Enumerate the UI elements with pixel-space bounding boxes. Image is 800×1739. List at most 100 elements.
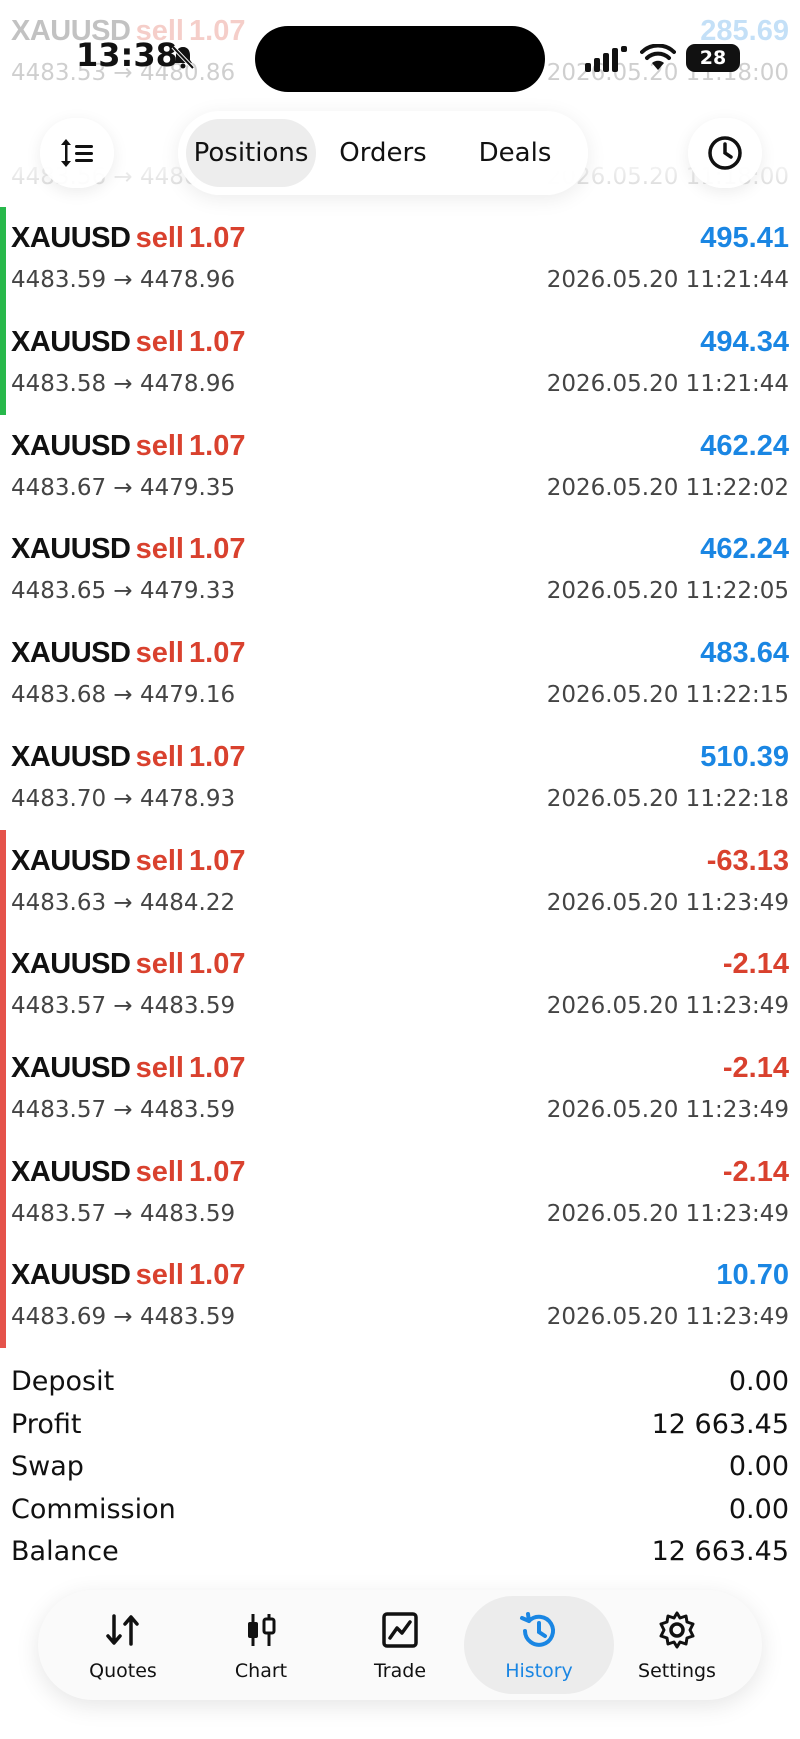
- deal-profit: 494.34: [700, 326, 789, 359]
- deal-prices: 4483.70 → 4478.93: [11, 785, 236, 812]
- deal-volume: 1.07: [189, 1051, 246, 1084]
- nav-quotes-label: Quotes: [89, 1660, 157, 1682]
- deal-prices: 4483.68 → 4479.16: [11, 682, 236, 709]
- summary-value: 0.00: [728, 1493, 789, 1525]
- summary-value: 12 663.45: [651, 1536, 789, 1567]
- nav-settings[interactable]: Settings: [602, 1596, 752, 1694]
- deal-time: 2026.05.20 11:23:49: [546, 889, 789, 916]
- status-time: 13:38: [76, 36, 178, 74]
- deal-volume: 1.07: [189, 533, 246, 566]
- deal-row[interactable]: XAUUSD sell 1.07 -2.14 4483.57 → 4483.59 20…: [0, 1036, 800, 1141]
- deal-profit: 10.70: [716, 1259, 789, 1292]
- deal-profit: -2.14: [722, 1155, 789, 1188]
- period-button[interactable]: [688, 118, 762, 188]
- nav-history-label: History: [505, 1660, 573, 1682]
- summary-label: Profit: [11, 1408, 82, 1440]
- deal-profit: 495.41: [700, 222, 789, 255]
- deal-side: sell: [135, 740, 184, 773]
- settings-icon: [659, 1611, 695, 1649]
- deal-prices: 4483.65 → 4479.33: [11, 578, 236, 605]
- deal-side: sell: [135, 1155, 184, 1188]
- deal-volume: 1.07: [189, 429, 246, 462]
- deal-side: sell: [135, 326, 184, 359]
- deal-symbol: XAUUSD: [11, 637, 131, 670]
- deal-side: sell: [135, 533, 184, 566]
- deal-row[interactable]: XAUUSD sell 1.07 -63.13 4483.63 → 4484.22 2…: [0, 829, 800, 934]
- deal-side: sell: [135, 637, 184, 670]
- deal-prices: 4483.69 → 4483.59: [11, 1304, 236, 1331]
- result-bar: [0, 311, 6, 415]
- deal-row[interactable]: XAUUSD sell 1.07 483.64 4483.68 → 4479.16 2…: [0, 622, 800, 726]
- deal-profit: -2.14: [722, 948, 789, 981]
- summary-row: Commission 0.00: [11, 1494, 789, 1537]
- history-icon: [520, 1612, 555, 1647]
- deal-side: sell: [135, 1259, 184, 1292]
- deal-prices: 4483.58 → 4478.96: [11, 371, 236, 398]
- trade-icon: [382, 1612, 418, 1648]
- nav-chart[interactable]: Chart: [186, 1596, 336, 1694]
- summary-label: Commission: [11, 1493, 176, 1525]
- deal-time: 2026.05.20 11:23:49: [546, 1304, 789, 1331]
- deal-prices: 4483.57 → 4483.59: [11, 1200, 236, 1227]
- nav-trade[interactable]: Trade: [325, 1596, 475, 1694]
- deal-row[interactable]: XAUUSD sell 1.07 494.34 4483.58 → 4478.96 2…: [0, 311, 800, 415]
- tab-positions[interactable]: Positions: [186, 119, 316, 187]
- deal-time: 2026.05.20 11:21:44: [546, 371, 789, 398]
- summary-row: Profit 12 663.45: [11, 1409, 789, 1452]
- deal-symbol: XAUUSD: [11, 1051, 131, 1084]
- summary-label: Deposit: [11, 1366, 115, 1397]
- tab-orders[interactable]: Orders: [318, 119, 448, 187]
- dynamic-island: [255, 26, 545, 92]
- deal-row[interactable]: XAUUSD sell 1.07 510.39 4483.70 → 4478.93 2…: [0, 726, 800, 830]
- nav-history[interactable]: History: [464, 1596, 614, 1694]
- deal-profit: -2.14: [722, 1051, 789, 1084]
- nav-quotes[interactable]: Quotes: [48, 1596, 198, 1694]
- deal-time: 2026.05.20 11:21:44: [546, 267, 789, 294]
- summary-value: 0.00: [728, 1451, 789, 1482]
- deal-side: sell: [135, 222, 184, 255]
- nav-chart-label: Chart: [234, 1660, 288, 1682]
- bottom-tab-bar: Quotes Chart Trade History Settings: [38, 1590, 762, 1700]
- deal-row[interactable]: XAUUSD sell 1.07 495.41 4483.59 → 4478.96 2…: [0, 207, 800, 312]
- deals-list: XAUUSD sell 1.07 285.69 4483.53 → 4480.86 2…: [0, 0, 800, 1348]
- deal-volume: 1.07: [189, 222, 246, 255]
- summary-label: Swap: [11, 1451, 84, 1482]
- bell-muted-icon: [171, 45, 195, 70]
- result-bar: [0, 207, 6, 312]
- deal-prices: 4483.63 → 4484.22: [11, 889, 236, 916]
- deal-profit: 462.24: [700, 429, 789, 462]
- deal-row[interactable]: XAUUSD sell 1.07 10.70 4483.69 → 4483.59 20…: [0, 1244, 800, 1348]
- deal-volume: 1.07: [189, 637, 246, 670]
- deal-symbol: XAUUSD: [11, 844, 131, 877]
- deal-symbol: XAUUSD: [11, 326, 131, 359]
- tab-deals[interactable]: Deals: [450, 119, 580, 187]
- chart-icon: [248, 1614, 276, 1646]
- quotes-icon: [106, 1614, 139, 1646]
- deal-row[interactable]: XAUUSD sell 1.07 -2.14 4483.57 → 4483.59 20…: [0, 933, 800, 1037]
- deal-prices: 4483.59 → 4478.96: [11, 267, 236, 294]
- deal-prices: 4483.57 → 4483.59: [11, 993, 236, 1020]
- deal-volume: 1.07: [189, 948, 246, 981]
- deal-symbol: XAUUSD: [11, 222, 131, 255]
- deal-time: 2026.05.20 11:23:49: [546, 993, 789, 1020]
- deal-profit: 462.24: [700, 533, 789, 566]
- deal-time: 2026.05.20 11:22:05: [546, 578, 789, 605]
- deal-time: 2026.05.20 11:23:49: [546, 1200, 789, 1227]
- sort-button[interactable]: [40, 118, 114, 188]
- sort-icon: [61, 139, 93, 167]
- deal-row[interactable]: XAUUSD sell 1.07 462.24 4483.65 → 4479.33 2…: [0, 518, 800, 622]
- deal-time: 2026.05.20 11:23:49: [546, 1096, 789, 1123]
- result-bar: [0, 1140, 6, 1245]
- history-segment-control: Positions Orders Deals: [178, 111, 588, 195]
- cellular-signal-icon: [585, 46, 627, 72]
- deal-time: 2026.05.20 11:22:02: [546, 474, 789, 501]
- summary-value: 0.00: [728, 1366, 789, 1397]
- deal-volume: 1.07: [189, 1259, 246, 1292]
- deal-volume: 1.07: [189, 740, 246, 773]
- deal-row[interactable]: XAUUSD sell 1.07 462.24 4483.67 → 4479.35 2…: [0, 415, 800, 519]
- deal-prices: 4483.57 → 4483.59: [11, 1096, 236, 1123]
- deal-volume: 1.07: [189, 844, 246, 877]
- deal-row[interactable]: XAUUSD sell 1.07 -2.14 4483.57 → 4483.59 20…: [0, 1140, 800, 1245]
- clock-icon: [708, 136, 742, 170]
- status-bar: 13:38 28: [0, 0, 800, 110]
